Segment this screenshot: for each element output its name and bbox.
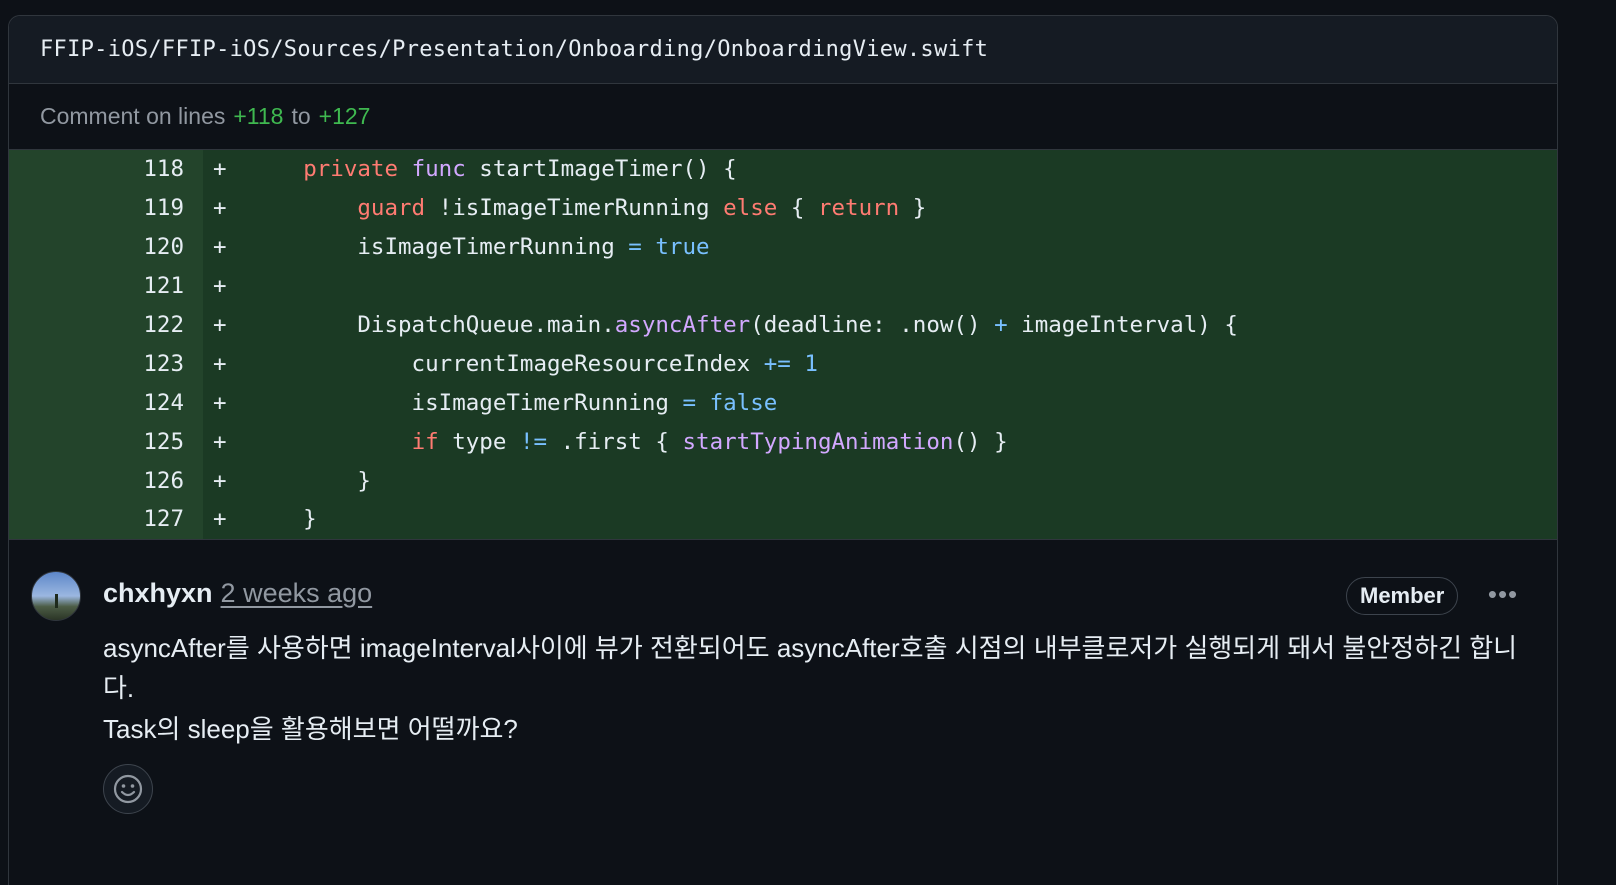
code-line: DispatchQueue.main.asyncAfter(deadline: … [249,312,1238,338]
diff-add-marker: + [213,467,227,494]
diff-add-marker: + [213,273,227,300]
diff-line: 121 + [9,266,1557,306]
review-comment: chxhyxn 2 weeks ago Member ••• asyncAfte… [9,540,1557,814]
comment-body-line: Task의 sleep을 활용해보면 어떨까요? [103,713,518,744]
diff-line: 118 + private func startImageTimer() { [9,150,1557,189]
add-reaction-button[interactable] [103,763,153,814]
diff-line: 127 + } [9,500,1557,539]
line-number[interactable]: 118 [9,150,203,189]
code-line: isImageTimerRunning = true [249,234,710,261]
line-number[interactable]: 126 [9,461,203,501]
code-line: guard !isImageTimerRunning else { return… [357,195,927,222]
code-line: if type != .first { startTypingAnimation… [411,428,1008,455]
code-line: private func startImageTimer() { [303,156,737,183]
line-number[interactable]: 123 [9,344,203,384]
code-line: currentImageResourceIndex += 1 [249,350,818,377]
diff-line: 126 + } [9,461,1557,501]
avatar[interactable] [31,570,81,621]
line-number[interactable]: 119 [9,188,203,228]
file-header: FFIP-iOS/FFIP-iOS/Sources/Presentation/O… [9,16,1557,84]
diff-line: 123 + currentImageResourceIndex += 1 [9,344,1557,384]
comment-body: asyncAfter를 사용하면 imageInterval사이에 뷰가 전환되… [103,628,1533,750]
code-line: } [249,467,371,494]
range-end: +127 [318,103,371,129]
line-number[interactable]: 120 [9,227,203,267]
range-to: to [291,103,311,129]
diff-add-marker: + [213,428,227,455]
kebab-horizontal-icon[interactable]: ••• [1482,579,1524,609]
line-number[interactable]: 122 [9,305,203,345]
diff-line: 125 + if type != .first { startTypingAni… [9,422,1557,462]
code-line: } [249,506,317,533]
comment-timestamp-link[interactable]: 2 weeks ago [221,578,373,609]
line-number[interactable]: 127 [9,500,203,539]
comment-line-range: Comment on lines +118 to +127 [9,84,1557,150]
diff-add-marker: + [213,156,227,183]
diff-line: 119 + guard !isImageTimerRunning else { … [9,188,1557,228]
comment-range-prefix: Comment on lines [40,103,226,129]
diff-add-marker: + [213,350,227,377]
line-number[interactable]: 121 [9,266,203,306]
comment-body-line: asyncAfter를 사용하면 imageInterval사이에 뷰가 전환되… [103,632,1518,704]
diff-line: 124 + isImageTimerRunning = false [9,383,1557,423]
member-badge: Member [1346,576,1459,615]
diff-hunk: 118 + private func startImageTimer() { 1… [9,150,1557,539]
code-line: isImageTimerRunning = false [249,389,778,416]
diff-add-marker: + [213,506,227,533]
diff-add-marker: + [213,195,227,222]
diff-add-marker: + [213,389,227,416]
smiley-icon [113,774,143,804]
line-number[interactable]: 125 [9,422,203,462]
diff-line: 122 + DispatchQueue.main.asyncAfter(dead… [9,305,1557,345]
file-path-link[interactable]: FFIP-iOS/FFIP-iOS/Sources/Presentation/O… [40,37,988,62]
range-start: +118 [233,103,284,129]
diff-add-marker: + [213,312,227,338]
review-thread-panel: FFIP-iOS/FFIP-iOS/Sources/Presentation/O… [8,15,1558,885]
line-number[interactable]: 124 [9,383,203,423]
comment-author-link[interactable]: chxhyxn [103,578,213,609]
diff-add-marker: + [213,234,227,261]
diff-line: 120 + isImageTimerRunning = true [9,227,1557,267]
comment-header: chxhyxn 2 weeks ago [103,578,372,609]
